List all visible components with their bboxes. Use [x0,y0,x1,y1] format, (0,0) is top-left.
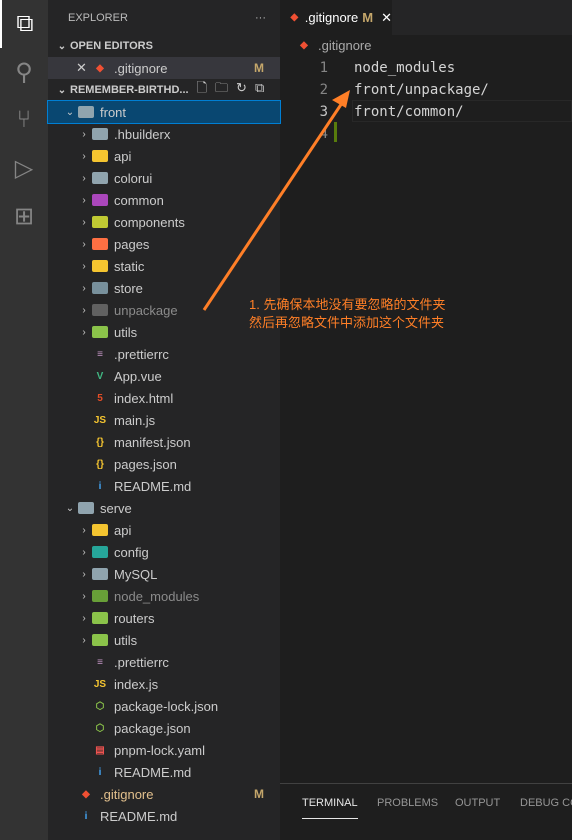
tab-terminal[interactable]: TERMINAL [302,797,358,819]
annotation-line-2: 然后再忽略文件中添加这个文件夹 [249,315,445,330]
annotation-line-1: 1. 先确保本地没有要忽略的文件夹 [249,297,446,312]
tab-debug-console[interactable]: DEBUG CO [520,797,572,809]
bottom-panel: TERMINAL PROBLEMS OUTPUT DEBUG CO [280,783,572,840]
tab-problems[interactable]: PROBLEMS [377,797,438,809]
tab-output[interactable]: OUTPUT [455,797,500,809]
annotation-arrow [202,90,350,311]
arrow-line [202,99,346,311]
annotation-text: 1. 先确保本地没有要忽略的文件夹 然后再忽略文件中添加这个文件夹 [249,296,445,332]
